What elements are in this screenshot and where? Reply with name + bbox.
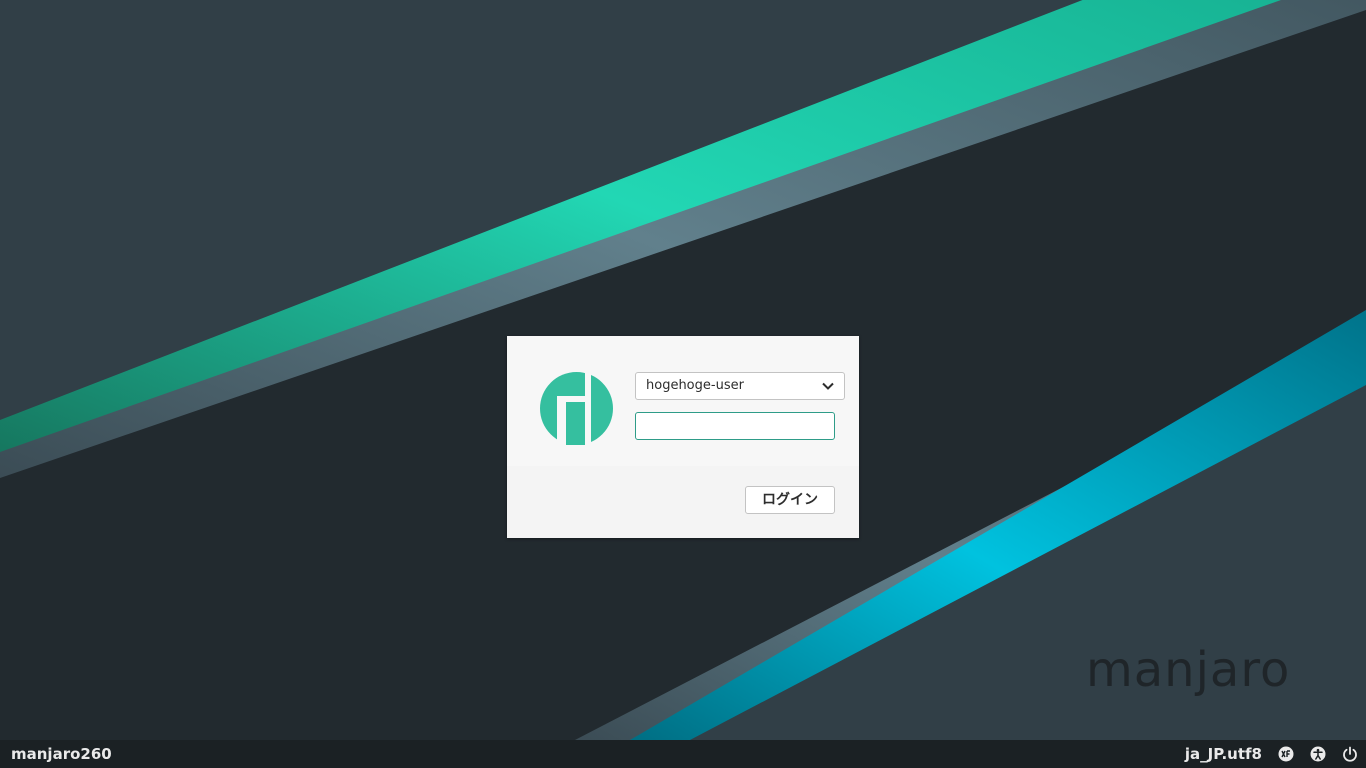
manjaro-logo-icon: [540, 372, 613, 445]
username-selected-value: hogehoge-user: [646, 378, 744, 393]
accessibility-icon[interactable]: [1310, 746, 1326, 762]
keyboard-layout-icon[interactable]: [1278, 746, 1294, 762]
locale-selector[interactable]: ja_JP.utf8: [1185, 740, 1262, 768]
username-select[interactable]: hogehoge-user: [635, 372, 845, 400]
power-icon[interactable]: [1342, 746, 1358, 762]
login-button[interactable]: ログイン: [745, 486, 835, 514]
password-input[interactable]: [635, 412, 835, 440]
hostname-label: manjaro260: [11, 745, 112, 763]
manjaro-wordmark: manjaro: [1086, 642, 1291, 698]
chevron-down-icon: [822, 382, 834, 390]
login-dialog: hogehoge-user ログイン: [507, 336, 859, 538]
bottom-panel: manjaro260 ja_JP.utf8: [0, 740, 1366, 768]
